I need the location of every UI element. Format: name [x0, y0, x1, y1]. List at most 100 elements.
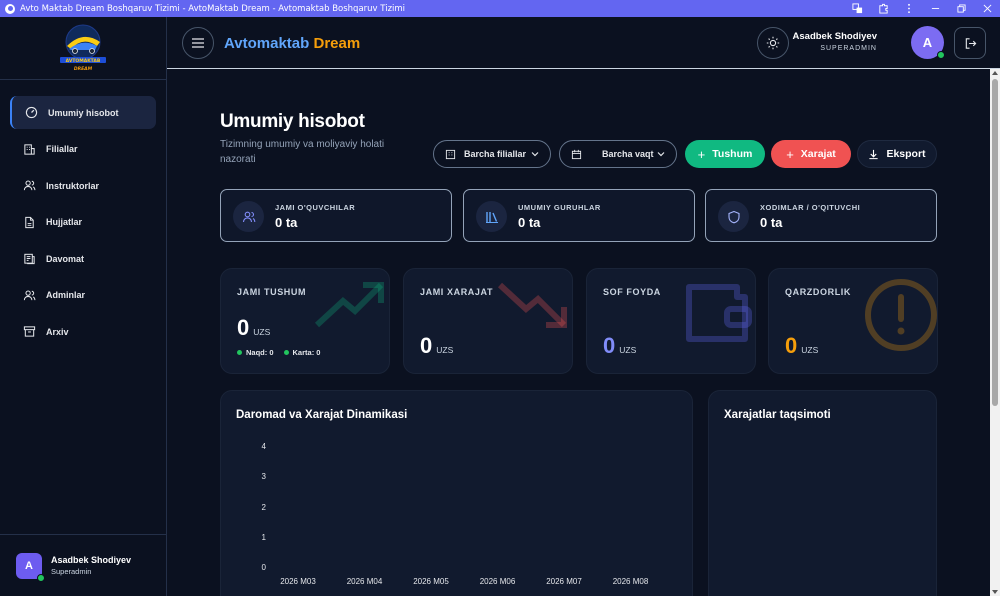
stat-card-students: JAMI O'QUVCHILAR 0 ta [220, 189, 452, 242]
archive-icon [22, 325, 36, 339]
finance-label: QARZDORLIK [785, 287, 851, 297]
sidebar-item-label: Adminlar [46, 290, 86, 300]
calendar-icon [571, 149, 582, 159]
income-expense-chart-panel: Daromad va Xarajat Dinamikasi 0 1 2 3 4 2026 … [220, 390, 693, 596]
x-tick-label: 2026 M06 [479, 577, 516, 586]
export-button[interactable]: Eksport [857, 140, 937, 168]
add-income-label: Tushum [712, 148, 753, 160]
more-options-icon[interactable] [896, 0, 922, 17]
alert-circle-icon [865, 279, 937, 351]
sidebar-item-davomat[interactable]: Davomat [10, 242, 156, 275]
period-filter-select[interactable]: Barcha vaqt [559, 140, 677, 168]
x-tick-label: 2026 M04 [346, 577, 383, 586]
logout-button[interactable] [954, 27, 986, 59]
translate-icon[interactable] [844, 0, 870, 17]
hamburger-icon [192, 38, 204, 48]
logo-area: AVTOMAKTAB DREAM [0, 17, 166, 80]
brand-logo[interactable]: AVTOMAKTAB DREAM [53, 22, 113, 74]
sidebar-item-umumiy-hisobot[interactable]: Umumiy hisobot [10, 96, 156, 129]
page-title: Umumiy hisobot [220, 111, 365, 132]
sidebar-item-instruktorlar[interactable]: Instruktorlar [10, 169, 156, 202]
brand-name: Avtomaktab Dream [224, 35, 360, 52]
stat-label: JAMI O'QUVCHILAR [275, 203, 356, 212]
sidebar-item-arxiv[interactable]: Arxiv [10, 315, 156, 348]
page-scrollbar[interactable] [990, 69, 1000, 596]
stat-label: XODIMLAR / O'QITUVCHI [760, 203, 861, 212]
wallet-icon [686, 284, 752, 342]
sidebar-item-adminlar[interactable]: Adminlar [10, 279, 156, 312]
sun-icon [766, 36, 780, 50]
x-tick-label: 2026 M07 [546, 577, 582, 586]
chevron-down-icon [531, 152, 539, 157]
download-icon [869, 149, 879, 159]
expense-distribution-panel: Xarajatlar taqsimoti [708, 390, 937, 596]
sidebar-item-label: Arxiv [46, 326, 69, 337]
trending-down-icon [497, 282, 567, 328]
brand-name-part2: Dream [313, 35, 361, 52]
add-expense-button[interactable]: + Xarajat [771, 140, 851, 168]
finance-value: 0 [785, 333, 798, 358]
header-user-name: Asadbek Shodiyev [792, 31, 877, 42]
window-title: Avto Maktab Dream Boshqaruv Tizimi - Avt… [20, 3, 406, 14]
theme-toggle-button[interactable] [757, 27, 789, 59]
finance-amount: 0 UZS [603, 333, 636, 359]
finance-amount: 0 UZS [237, 315, 270, 341]
finance-unit: UZS [801, 345, 819, 355]
chart-title: Daromad va Xarajat Dinamikasi [236, 409, 408, 421]
sidebar-item-filiallar[interactable]: Filiallar [10, 133, 156, 166]
logo-subtext: DREAM [74, 66, 93, 72]
menu-toggle-button[interactable] [182, 27, 214, 59]
sidebar-item-hujjatlar[interactable]: Hujjatlar [10, 206, 156, 239]
sidebar-user-role: Superadmin [51, 567, 92, 576]
sidebar-nav: Umumiy hisobot Filiallar Instruktorlar H… [0, 80, 166, 348]
minimize-button[interactable] [922, 0, 948, 17]
finance-amount: 0 UZS [420, 333, 453, 359]
finance-value: 0 [603, 333, 616, 358]
stat-card-staff: XODIMLAR / O'QITUVCHI 0 ta [705, 189, 937, 242]
period-filter-value: Barcha vaqt [602, 149, 654, 159]
sidebar: AVTOMAKTAB DREAM Umumiy hisobot Filialla… [0, 17, 167, 596]
finance-amount: 0 UZS [785, 333, 818, 359]
header-avatar[interactable]: A [911, 26, 945, 59]
card-value: 0 [316, 348, 321, 357]
scrollbar-thumb[interactable] [992, 79, 998, 406]
sidebar-item-label: Umumiy hisobot [48, 107, 119, 118]
y-tick-label: 2 [261, 502, 266, 512]
add-income-button[interactable]: + Tushum [685, 140, 765, 168]
window-title-bar: Avto Maktab Dream Boshqaruv Tizimi - Avt… [0, 0, 1000, 17]
finance-unit: UZS [253, 327, 271, 337]
header-user-info: Asadbek Shodiyev SUPERADMIN [793, 31, 877, 52]
scroll-down-arrow[interactable] [992, 590, 998, 594]
finance-card-debt: QARZDORLIK 0 UZS [768, 268, 938, 374]
online-status-indicator [937, 51, 945, 59]
library-icon [476, 201, 507, 232]
y-tick-label: 0 [261, 563, 266, 572]
avatar-initial: A [25, 559, 33, 572]
extensions-icon[interactable] [870, 0, 896, 17]
close-button[interactable] [974, 0, 1000, 17]
scroll-up-arrow[interactable] [992, 71, 998, 75]
document-icon [22, 215, 36, 229]
plus-icon: + [697, 146, 706, 162]
card-dot [283, 350, 289, 355]
cash-value: 0 [269, 348, 274, 357]
add-expense-label: Xarajat [800, 148, 836, 160]
finance-card-profit: SOF FOYDA 0 UZS [586, 268, 756, 374]
branch-filter-select[interactable]: Barcha filiallar [433, 140, 551, 168]
restore-button[interactable] [948, 0, 974, 17]
sidebar-user-name: Asadbek Shodiyev [51, 555, 132, 565]
admin-users-icon [22, 288, 36, 302]
logo-text: AVTOMAKTAB [66, 58, 101, 64]
top-header: Avtomaktab Dream Asadbek Shodiyev SUPERA… [167, 17, 1000, 69]
building-icon [22, 142, 36, 156]
finance-unit: UZS [436, 345, 454, 355]
avatar-initial: A [922, 35, 933, 50]
chart-title: Xarajatlar taqsimoti [724, 409, 831, 421]
cash-dot [237, 350, 242, 355]
finance-card-income: JAMI TUSHUM 0 UZS Naqd: 0 Karta: 0 [220, 268, 390, 374]
sidebar-item-label: Hujjatlar [46, 217, 83, 227]
sidebar-user-profile[interactable]: A Asadbek Shodiyev Superadmin [0, 534, 167, 596]
sidebar-item-label: Instruktorlar [46, 180, 100, 191]
finance-value: 0 [420, 333, 433, 358]
y-tick-label: 1 [261, 532, 266, 542]
